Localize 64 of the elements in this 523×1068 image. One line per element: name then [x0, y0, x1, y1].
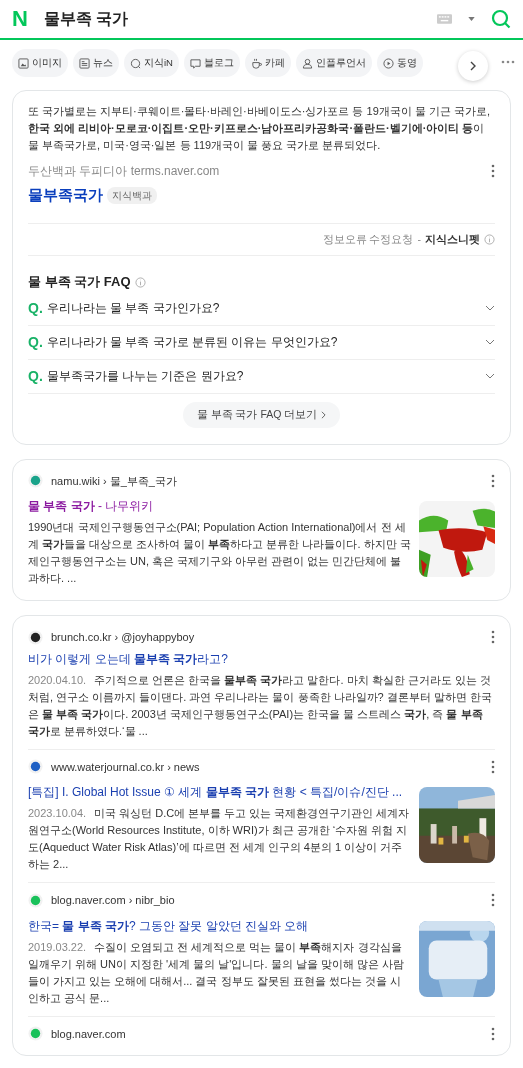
site-url[interactable]: blog.naver.com — [51, 1025, 483, 1042]
question-text: 물부족국가를 나누는 기준은 뭔가요? — [46, 368, 245, 386]
brand-text: 지식스니펫 — [425, 231, 480, 247]
result-title-link[interactable]: 비가 이렇게 오는데 물부족 국가라고? — [28, 649, 495, 668]
site-icon — [28, 759, 43, 775]
question-text: 우리나라가 물 부족 국가로 분류된 이유는 무엇인가요? — [46, 334, 339, 352]
category-tab[interactable]: 뉴스 — [73, 49, 119, 77]
result-title-link[interactable]: 물 부족 국가 - 나무위키 — [28, 497, 411, 515]
play-icon — [383, 57, 394, 69]
section-title: 물 부족 국가 FAQ — [28, 273, 131, 292]
category-tab[interactable]: 블로그 — [184, 49, 240, 77]
faq-item[interactable]: Q. 물부족국가를 나누는 기준은 뭔가요? — [28, 359, 495, 394]
site-url[interactable]: brunch.co.kr › @joyhappyboy — [51, 629, 483, 646]
result-title-link[interactable]: [특집] I. Global Hot Issue ① 세계 물부족 국가 현황 < 특집/이슈/진단 ... — [28, 783, 411, 801]
more-icon[interactable] — [491, 759, 495, 774]
site-icon — [28, 473, 43, 489]
result-snippet: 2023.10.04. 미국 워싱턴 D.C에 본부를 두고 있는 국제환경연구기관인 세계자원연구소(World Resources Institute, 이하 WRI)가 최근 공개한 ‘수자원 위험 지도(Aqueduct Water Risk Atlas)’에 따르면 전 세계 인구의 4분의 1 이상이 거주하는 2... — [28, 806, 411, 872]
site-icon — [28, 629, 43, 645]
result-snippet: 1990년대 국제인구행동연구소(PAI; Population Action International)에서 전 세계 국가들을 대상으로 조사하여 물이 부족하다고 분류한 나라들이다. 하지만 국제인구행동연구소는 UN, 혹은 국제기구와 아무런 관련이 없는 민간단체에 불과하다. ... — [28, 520, 411, 586]
question-mark: Q. — [28, 366, 43, 386]
more-icon[interactable] — [501, 60, 515, 64]
category-tab[interactable]: 이미지 — [12, 49, 68, 77]
question-mark: Q. — [28, 332, 43, 352]
chevron-right-icon — [470, 61, 476, 71]
result-snippet: 2019.03.22. 수질이 오염되고 전 세계적으로 먹는 물이 부족해지자 경각심을 일깨우기 위해 UN이 지정한 '세계 물의 날'입니다. 물의 날을 맞이해 많은 사람들이 가지고 있는 오해에 대해서... 결국 정부도 잘못된 표현을 썼다는 것을 시인하고 공식 문... — [28, 939, 405, 1006]
result-snippet: 2020.04.10. 주기적으로 언론은 한국을 물부족 국가라고 말한다. 마치 확실한 근거라도 있는 것처럼, 연구소 이름까지 들이댄다. 과연 우리나라는 물이 풍족한 나라일까? 결론부터 말하면 한국은 물 부족 국가이다. 2003년 국제인구행동연구소(PAI)는 한국을 물 스트레스 국가, 즉 물 부족 국가로 분류하였다.‘물 ... — [28, 672, 493, 739]
faq-item[interactable]: Q. 우리나라가 물 부족 국가로 분류된 이유는 무엇인가요? — [28, 325, 495, 360]
caret-icon[interactable] — [468, 17, 475, 21]
question-mark: Q. — [28, 298, 43, 318]
more-icon[interactable] — [491, 630, 495, 645]
source-text: 두산백과 두피디아 terms.naver.com — [28, 163, 221, 180]
chevron-down-icon — [485, 339, 495, 346]
person-icon — [302, 57, 313, 69]
category-tab[interactable]: 인플루언서 — [296, 49, 372, 77]
cup-icon — [251, 57, 262, 69]
more-icon[interactable] — [491, 473, 495, 488]
category-tab[interactable]: 동영 — [377, 49, 423, 77]
category-tab[interactable]: 지식iN — [124, 49, 179, 77]
site-url[interactable]: www.waterjournal.co.kr › news — [51, 758, 483, 775]
image-icon — [18, 57, 29, 69]
search-icon[interactable] — [491, 9, 511, 29]
snippet-text: 또 국가별로는 지부티·쿠웨이트·몰타·바레인·바베이도스·싱가포르 등 19개국이 물 기근 국가로, 한국 외에 리비아·모로코·이집트·오만·키프로스·남아프리카공화국·폴란드·벨기에·아이티 등이 물 부족국가로, 미국·영국·일본 등 119개국이 물 풍요 국가로 분류되었다. — [28, 104, 491, 153]
category-tag: 지식백과 — [107, 186, 157, 204]
more-icon[interactable] — [491, 164, 495, 178]
faq-item[interactable]: Q. 우리나라는 물 부족 국가인가요? — [28, 291, 495, 326]
question-text: 우리나라는 물 부족 국가인가요? — [46, 300, 221, 318]
site-url[interactable]: blog.naver.com › nibr_bio — [51, 892, 483, 909]
site-icon — [28, 1026, 43, 1042]
report-link[interactable]: 정보오류 수정요청 — [322, 231, 414, 248]
result-title-link[interactable]: 물부족국가 — [28, 184, 103, 207]
more-icon[interactable] — [491, 893, 495, 908]
next-button[interactable] — [458, 51, 488, 81]
site-icon — [28, 892, 43, 908]
chevron-right-icon — [321, 410, 327, 419]
separator-text: - — [417, 231, 421, 247]
more-icon[interactable] — [491, 1026, 495, 1041]
chevron-down-icon — [485, 373, 495, 380]
category-tab[interactable]: 카페 — [245, 49, 291, 77]
newspaper-icon — [79, 57, 90, 69]
result-title-link[interactable]: 한국= 물 부족 국가? 그동안 잘못 알았던 진실와 오해 — [28, 916, 411, 935]
site-url[interactable]: namu.wiki › 물_부족_국가 — [51, 472, 483, 489]
more-button[interactable]: 물 부족 국가 FAQ 더보기 — [182, 401, 341, 428]
chevron-down-icon — [485, 305, 495, 312]
search-query[interactable]: 물부족 국가 — [43, 7, 421, 31]
